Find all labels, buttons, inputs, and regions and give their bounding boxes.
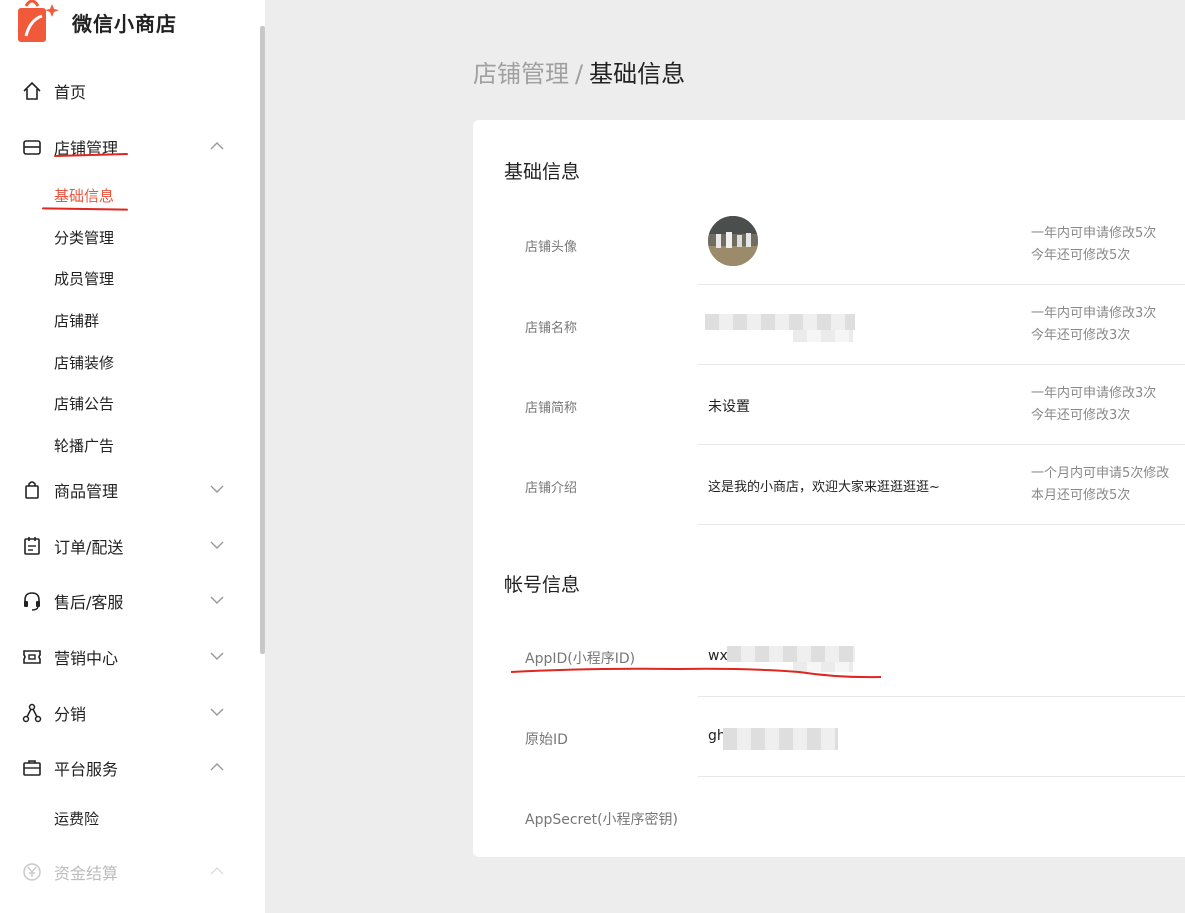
sidebar-subitem-basic-info[interactable]: 基础信息 <box>54 185 114 206</box>
row-label-short-name: 店铺简称 <box>525 401 578 416</box>
row-label-avatar: 店铺头像 <box>525 240 578 255</box>
row-divider <box>698 524 1185 525</box>
row-divider <box>698 776 1185 777</box>
sidebar-subitem-category[interactable]: 分类管理 <box>54 227 114 248</box>
chevron-down-icon[interactable] <box>210 595 224 605</box>
row-divider <box>698 364 1185 365</box>
sidebar-item-home[interactable]: 首页 <box>0 71 258 111</box>
annotation-underline <box>41 207 129 211</box>
shop-avatar[interactable] <box>708 216 758 266</box>
clipboard-icon <box>24 537 40 555</box>
shop-name-value-redacted <box>793 330 853 342</box>
chevron-up-icon[interactable] <box>210 762 224 772</box>
sidebar-item-label: 首页 <box>54 83 87 102</box>
row-note-avatar: 一年内可申请修改5次 今年还可修改5次 <box>1031 226 1157 263</box>
breadcrumb-parent[interactable]: 店铺管理 <box>473 60 569 88</box>
bag-icon <box>25 481 39 499</box>
chevron-up-icon[interactable] <box>210 141 224 151</box>
sidebar-item-shop-management[interactable]: 店铺管理 <box>0 127 258 167</box>
sidebar-subitem-decoration[interactable]: 店铺装修 <box>54 352 114 373</box>
row-divider <box>698 444 1185 445</box>
sidebar: 微信小商店 首页 店铺管理 基础信息 分类管理 成员管理 店铺群 店铺装修 店铺… <box>0 0 265 913</box>
breadcrumb-separator: / <box>575 60 584 88</box>
introduction-value: 这是我的小商店，欢迎大家来逛逛逛逛~ <box>708 480 940 495</box>
chevron-up-icon[interactable] <box>210 866 224 876</box>
sidebar-subitem-banner[interactable]: 轮播广告 <box>54 435 114 456</box>
row-note-shop-name: 一年内可申请修改3次 今年还可修改3次 <box>1031 306 1157 343</box>
sidebar-subitem-announcement[interactable]: 店铺公告 <box>54 393 114 414</box>
sidebar-item-after-sales[interactable]: 售后/客服 <box>0 581 258 621</box>
briefcase-icon <box>23 760 41 776</box>
sidebar-subitem-freight-insurance[interactable]: 运费险 <box>54 808 99 829</box>
annotation-underline <box>510 667 882 679</box>
shop-name-value-redacted <box>705 314 855 330</box>
section-title-basic-info: 基础信息 <box>504 161 581 183</box>
sidebar-item-label: 售后/客服 <box>54 593 124 612</box>
sidebar-subitem-members[interactable]: 成员管理 <box>54 268 114 289</box>
sidebar-item-label: 资金结算 <box>54 864 119 883</box>
sidebar-item-label: 分销 <box>54 705 87 724</box>
headset-icon <box>24 592 40 611</box>
ticket-icon <box>23 650 41 664</box>
original-id-value-redacted <box>723 728 838 750</box>
row-label-app-secret: AppSecret(小程序密钥) <box>525 812 679 828</box>
sidebar-item-label: 商品管理 <box>54 482 119 501</box>
sidebar-item-marketing[interactable]: 营销中心 <box>0 637 258 677</box>
sidebar-item-label: 订单/配送 <box>54 538 124 557</box>
shopping-bag-logo-icon <box>16 0 62 44</box>
section-title-account-info: 帐号信息 <box>504 574 581 596</box>
row-note-introduction: 一个月内可申请5次修改 本月还可修改5次 <box>1031 466 1170 503</box>
sidebar-scrollbar[interactable] <box>260 26 265 654</box>
app-name: 微信小商店 <box>72 11 177 36</box>
row-note-short-name: 一年内可申请修改3次 今年还可修改3次 <box>1031 386 1157 423</box>
row-label-shop-name: 店铺名称 <box>525 321 578 336</box>
row-divider <box>698 284 1185 285</box>
info-card: 基础信息 店铺头像 一年内可申请修改5次 今年还可修改5次 店铺名称 一年内可申… <box>473 120 1185 857</box>
chevron-down-icon[interactable] <box>210 707 224 717</box>
shop-icon <box>23 140 41 155</box>
sidebar-item-label: 营销中心 <box>54 649 119 668</box>
sidebar-item-label: 平台服务 <box>54 760 119 779</box>
sidebar-subitem-shop-group[interactable]: 店铺群 <box>54 310 99 331</box>
breadcrumb-current: 基础信息 <box>589 60 686 88</box>
row-label-original-id: 原始ID <box>525 732 568 748</box>
sidebar-item-distribution[interactable]: 分销 <box>0 693 258 733</box>
chevron-down-icon[interactable] <box>210 540 224 550</box>
row-label-introduction: 店铺介绍 <box>525 481 578 496</box>
sidebar-item-platform-services[interactable]: 平台服务 <box>0 748 258 788</box>
yen-icon <box>23 863 41 881</box>
app-logo[interactable]: 微信小商店 <box>16 0 177 44</box>
breadcrumb: 店铺管理 / 基础信息 <box>473 54 685 89</box>
sidebar-item-products[interactable]: 商品管理 <box>0 470 258 510</box>
sidebar-item-settlement[interactable]: 资金结算 <box>0 852 258 892</box>
row-divider <box>698 696 1185 697</box>
sidebar-item-orders[interactable]: 订单/配送 <box>0 526 258 566</box>
home-icon <box>23 81 41 100</box>
share-nodes-icon <box>22 703 42 723</box>
chevron-down-icon[interactable] <box>210 651 224 661</box>
short-name-value: 未设置 <box>708 399 750 415</box>
chevron-down-icon[interactable] <box>210 484 224 494</box>
